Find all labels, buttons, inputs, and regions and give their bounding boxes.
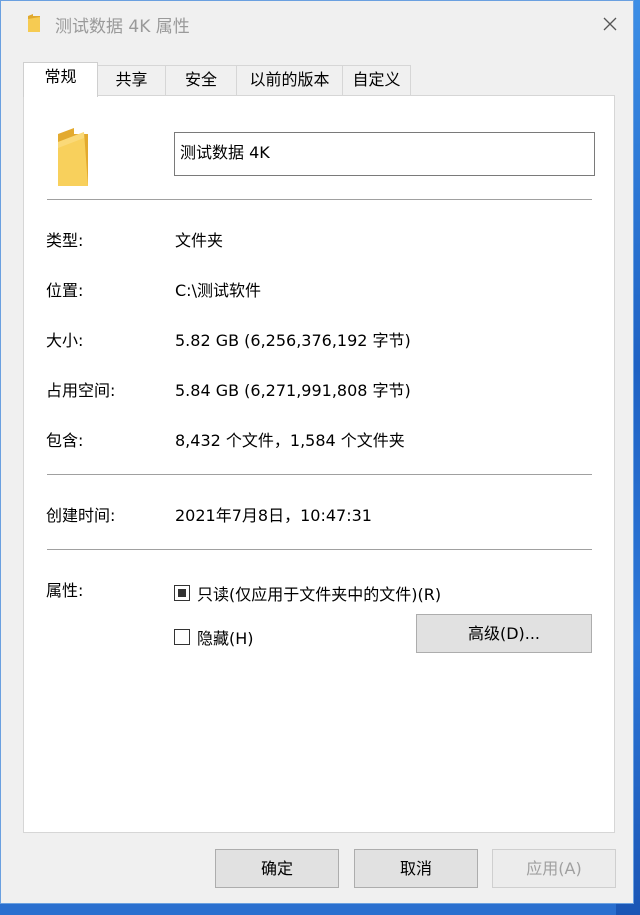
location-label: 位置: (46, 281, 84, 300)
title-bar: 测试数据 4K 属性 (1, 1, 633, 47)
type-value: 文件夹 (175, 231, 224, 250)
folder-name-input[interactable]: 测试数据 4K (174, 132, 595, 176)
folder-icon (28, 14, 40, 32)
separator (47, 199, 592, 200)
advanced-button[interactable]: 高级(D)... (416, 614, 592, 653)
ok-button[interactable]: 确定 (215, 849, 339, 888)
contains-value: 8,432 个文件，1,584 个文件夹 (175, 431, 405, 450)
contains-label: 包含: (46, 431, 84, 450)
size-value: 5.82 GB (6,256,376,192 字节) (175, 331, 411, 350)
separator (47, 474, 592, 475)
location-value: C:\测试软件 (175, 281, 261, 300)
readonly-checkbox[interactable] (174, 585, 190, 601)
window-title: 测试数据 4K 属性 (55, 17, 190, 37)
attributes-label: 属性: (46, 581, 84, 600)
size-on-disk-label: 占用空间: (46, 381, 116, 400)
tab-security[interactable]: 安全 (165, 65, 237, 96)
tab-sharing[interactable]: 共享 (97, 65, 166, 96)
tab-general[interactable]: 常规 (23, 62, 98, 97)
properties-dialog: 测试数据 4K 属性 常规 共享 安全 以前的版本 自定义 测试数据 4K 类型… (0, 0, 634, 904)
size-on-disk-value: 5.84 GB (6,271,991,808 字节) (175, 381, 411, 400)
hidden-checkbox[interactable] (174, 629, 190, 645)
close-button[interactable] (587, 1, 633, 47)
hidden-checkbox-row[interactable]: 隐藏(H) (174, 625, 254, 649)
close-icon (603, 17, 617, 31)
apply-button[interactable]: 应用(A) (492, 849, 616, 888)
tab-customize[interactable]: 自定义 (342, 65, 411, 96)
size-label: 大小: (46, 331, 84, 350)
created-label: 创建时间: (46, 506, 116, 525)
folder-icon (58, 128, 88, 186)
readonly-checkbox-row[interactable]: 只读(仅应用于文件夹中的文件)(R) (174, 581, 441, 605)
general-tab-panel: 测试数据 4K 类型: 文件夹 位置: C:\测试软件 大小: 5.82 GB … (23, 95, 615, 833)
readonly-label: 只读(仅应用于文件夹中的文件)(R) (197, 585, 442, 604)
separator (47, 549, 592, 550)
type-label: 类型: (46, 231, 84, 250)
created-value: 2021年7月8日，10:47:31 (175, 506, 372, 525)
cancel-button[interactable]: 取消 (354, 849, 478, 888)
hidden-label: 隐藏(H) (197, 629, 254, 648)
tab-previous-versions[interactable]: 以前的版本 (236, 65, 343, 96)
